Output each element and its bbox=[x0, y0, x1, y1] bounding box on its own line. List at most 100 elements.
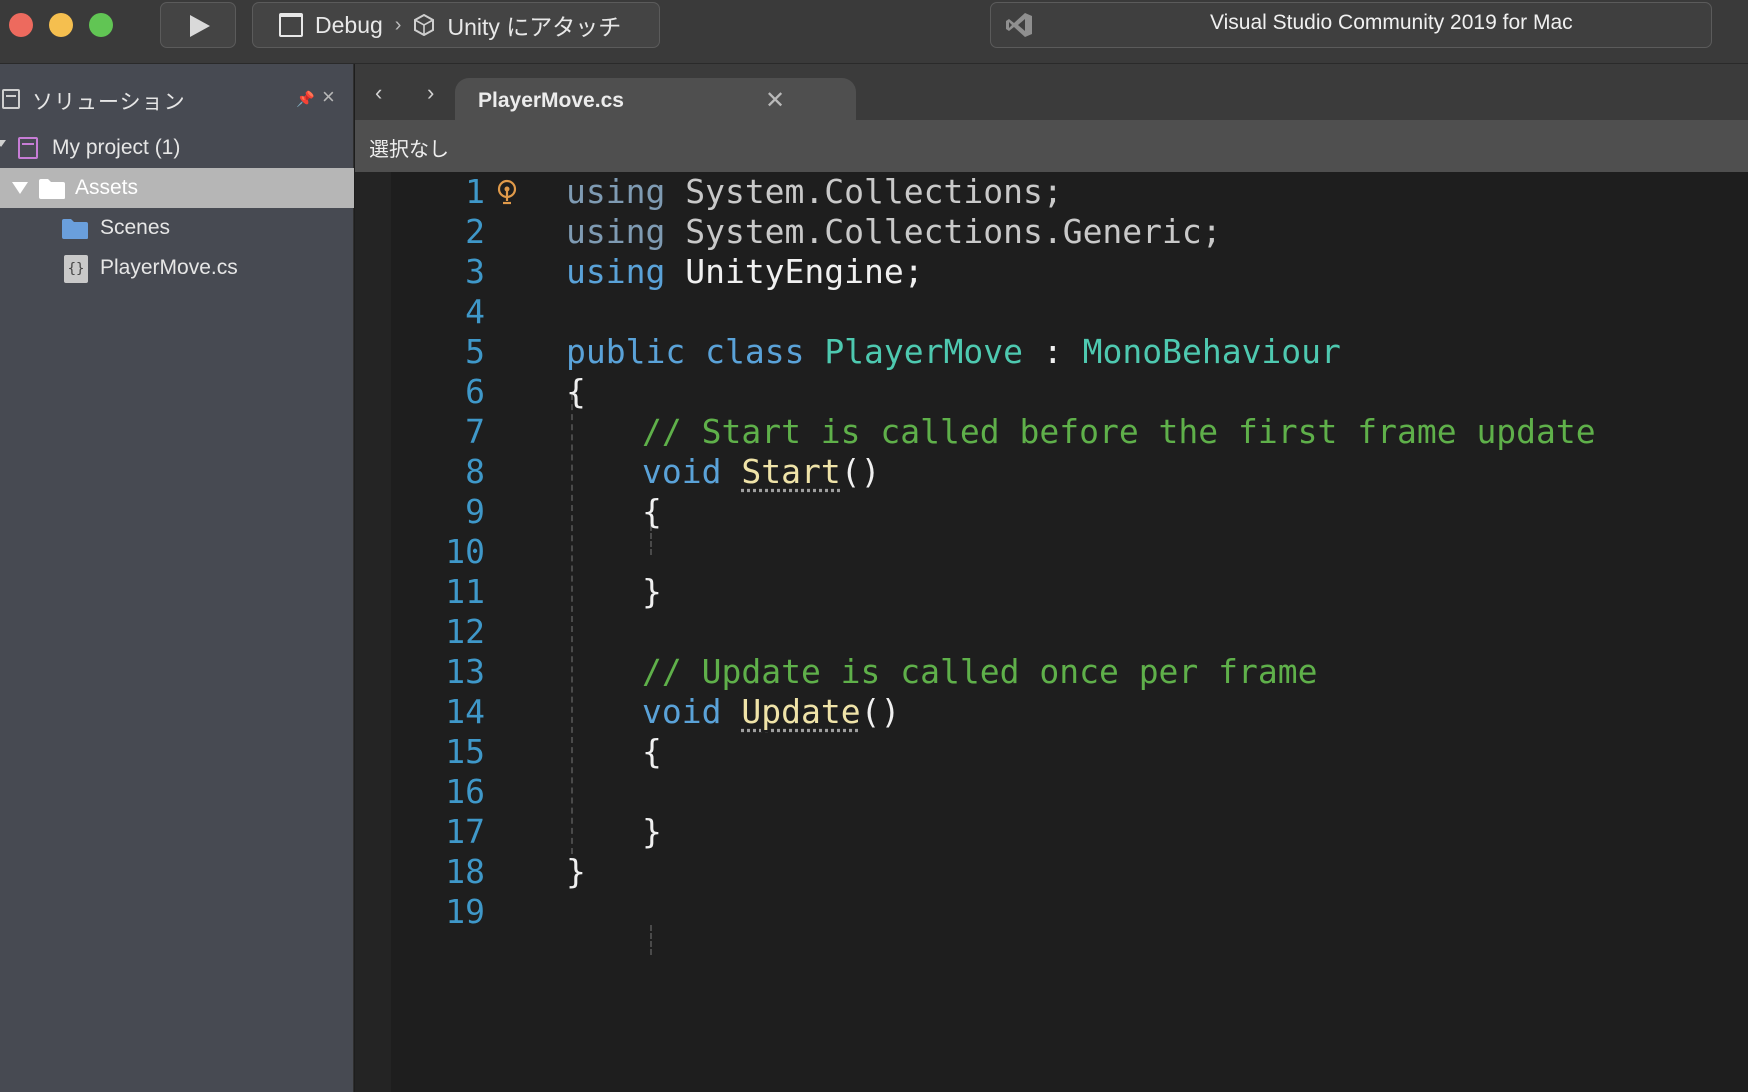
code-line: 5 public class PlayerMove : MonoBehaviou… bbox=[355, 332, 1748, 372]
keyword: using bbox=[566, 212, 666, 251]
code-text: { bbox=[642, 492, 662, 531]
line-number: 12 bbox=[445, 612, 485, 651]
code-line: 6 { bbox=[355, 372, 1748, 412]
window-minimize-button[interactable] bbox=[49, 13, 73, 37]
breadcrumb-separator: › bbox=[394, 13, 402, 36]
run-configuration-selector[interactable]: Debug › Unity にアタッチ bbox=[252, 2, 660, 48]
code-line: 12 bbox=[355, 612, 1748, 652]
document-tab-strip: ‹ › PlayerMove.cs ✕ bbox=[355, 64, 1748, 122]
window-zoom-button[interactable] bbox=[89, 13, 113, 37]
code-text: { bbox=[642, 732, 662, 771]
solution-pad-icon bbox=[2, 89, 20, 109]
run-target-label: Unity にアタッチ bbox=[447, 14, 622, 40]
code-text: } bbox=[642, 572, 662, 611]
keyword: using bbox=[566, 172, 666, 211]
lightbulb-icon[interactable] bbox=[492, 178, 522, 208]
type-name: PlayerMove bbox=[824, 332, 1023, 371]
solution-pad-title: ソリューション bbox=[32, 91, 186, 114]
line-number: 5 bbox=[465, 332, 485, 371]
line-number: 13 bbox=[445, 652, 485, 691]
close-icon[interactable]: × bbox=[322, 84, 335, 110]
code-line: 15 { bbox=[355, 732, 1748, 772]
solution-pad-header: ソリューション 📌 × bbox=[0, 64, 354, 136]
method-name: Start bbox=[741, 452, 841, 491]
search-field[interactable]: Visual Studio Community 2019 for Mac bbox=[990, 2, 1712, 48]
window-close-button[interactable] bbox=[9, 13, 33, 37]
path-bar: 選択なし bbox=[355, 120, 1748, 172]
csharp-file-icon: {} bbox=[64, 255, 88, 283]
code-line: 2 using System.Collections.Generic; bbox=[355, 212, 1748, 252]
chevron-down-icon[interactable] bbox=[12, 182, 28, 194]
code-line: 16 bbox=[355, 772, 1748, 812]
keyword: class bbox=[705, 332, 805, 371]
chevron-down-icon[interactable] bbox=[0, 140, 6, 147]
tree-item-playermove[interactable]: {} PlayerMove.cs bbox=[0, 248, 354, 288]
navigate-forward-icon[interactable]: › bbox=[427, 80, 434, 106]
code-text: () bbox=[840, 452, 881, 491]
tree-item-label: My project (1) bbox=[52, 136, 181, 159]
code-text: } bbox=[566, 852, 586, 891]
tree-item-label: Scenes bbox=[100, 216, 171, 239]
line-number: 17 bbox=[445, 812, 485, 851]
path-selection-dropdown[interactable]: 選択なし bbox=[369, 133, 449, 162]
keyword: public bbox=[566, 332, 686, 371]
solution-pad: ソリューション 📌 × My project (1) Assets Scenes… bbox=[0, 64, 354, 1092]
code-comment: // Start is called before the first fram… bbox=[642, 412, 1596, 451]
line-number: 14 bbox=[445, 692, 485, 731]
folder-icon bbox=[39, 179, 65, 199]
visual-studio-logo-icon bbox=[1006, 13, 1032, 37]
tree-item-label: PlayerMove.cs bbox=[100, 256, 238, 279]
code-line: 9 { bbox=[355, 492, 1748, 532]
code-line: 19 bbox=[355, 892, 1748, 932]
code-line: 8 void Start() bbox=[355, 452, 1748, 492]
line-number: 11 bbox=[445, 572, 485, 611]
unity-cube-icon bbox=[414, 14, 435, 36]
tab-playermove[interactable]: PlayerMove.cs ✕ bbox=[455, 78, 856, 122]
code-line: 14 void Update() bbox=[355, 692, 1748, 732]
code-line: 7 // Start is called before the first fr… bbox=[355, 412, 1748, 452]
play-icon bbox=[190, 15, 210, 37]
code-line: 10 bbox=[355, 532, 1748, 572]
code-text: UnityEngine; bbox=[665, 252, 924, 291]
navigate-back-icon[interactable]: ‹ bbox=[375, 80, 382, 106]
type-name: MonoBehaviour bbox=[1082, 332, 1341, 371]
line-number: 19 bbox=[445, 892, 485, 931]
tree-item-project[interactable]: My project (1) bbox=[0, 128, 354, 168]
line-number: 16 bbox=[445, 772, 485, 811]
code-line: 4 bbox=[355, 292, 1748, 332]
line-number: 15 bbox=[445, 732, 485, 771]
line-number: 18 bbox=[445, 852, 485, 891]
code-line: 18 } bbox=[355, 852, 1748, 892]
configuration-label: Debug bbox=[315, 11, 383, 38]
line-number: 7 bbox=[465, 412, 485, 451]
line-number: 4 bbox=[465, 292, 485, 331]
folder-icon bbox=[62, 219, 88, 239]
code-text: : bbox=[1042, 332, 1063, 371]
code-text: System.Collections.Generic; bbox=[665, 212, 1222, 251]
code-line: 13 // Update is called once per frame bbox=[355, 652, 1748, 692]
code-comment: // Update is called once per frame bbox=[642, 652, 1318, 691]
pin-icon[interactable]: 📌 bbox=[296, 90, 315, 108]
keyword: using bbox=[566, 252, 666, 291]
line-number: 3 bbox=[465, 252, 485, 291]
code-text: System.Collections; bbox=[665, 172, 1063, 211]
line-number: 8 bbox=[465, 452, 485, 491]
close-icon[interactable]: ✕ bbox=[765, 86, 785, 115]
tree-item-label: Assets bbox=[75, 176, 139, 199]
code-line: 1 using System.Collections; bbox=[355, 172, 1748, 212]
line-number: 2 bbox=[465, 212, 485, 251]
method-name: Update bbox=[741, 692, 861, 731]
keyword: void bbox=[642, 692, 722, 731]
code-line: 11 } bbox=[355, 572, 1748, 612]
title-bar: Debug › Unity にアタッチ Visual Studio Commun… bbox=[0, 0, 1748, 64]
tree-item-scenes[interactable]: Scenes bbox=[0, 208, 354, 248]
line-number: 6 bbox=[465, 372, 485, 411]
tree-item-assets[interactable]: Assets bbox=[0, 168, 354, 208]
tab-label: PlayerMove.cs bbox=[478, 89, 624, 112]
project-icon bbox=[18, 137, 38, 159]
code-line: 17 } bbox=[355, 812, 1748, 852]
line-number: 9 bbox=[465, 492, 485, 531]
run-button[interactable] bbox=[160, 2, 236, 48]
keyword: void bbox=[642, 452, 722, 491]
code-text: } bbox=[642, 812, 662, 851]
